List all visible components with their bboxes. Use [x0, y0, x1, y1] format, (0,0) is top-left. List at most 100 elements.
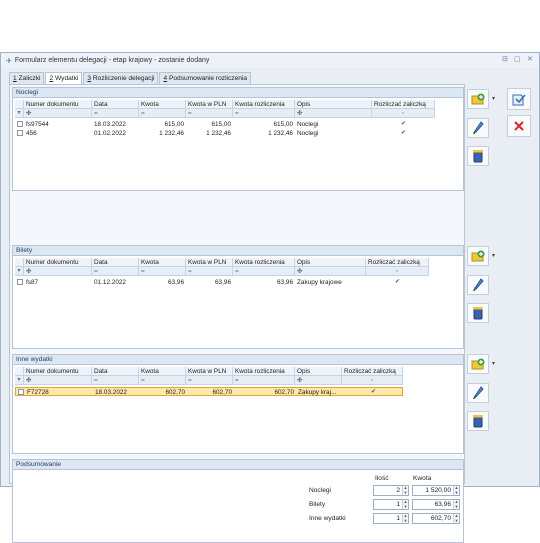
dropdown-arrow-icon[interactable]: ▾ — [492, 252, 495, 259]
close-window-icon[interactable]: ✕ — [527, 55, 533, 63]
filter-equals-icon[interactable]: = — [233, 267, 295, 276]
col-header[interactable]: Data — [92, 100, 139, 109]
edit-button[interactable] — [467, 118, 489, 138]
col-header[interactable]: Opis — [295, 367, 342, 376]
qty-field[interactable]: 1 ▲ ▼ — [373, 513, 409, 524]
row-checkbox[interactable] — [17, 121, 23, 128]
save-button[interactable] — [507, 88, 531, 110]
grid-header: Numer dokumentu Data Kwota Kwota w PLN K… — [15, 367, 403, 376]
spin-arrows-icon[interactable]: ▲ ▼ — [402, 499, 408, 509]
filter-checkbox-icon[interactable]: ▫ — [342, 376, 403, 385]
col-header[interactable]: Rozliczać zaliczką — [342, 367, 403, 376]
col-header[interactable]: Rozliczać zaliczką — [372, 100, 435, 109]
filter-row: ▾ ✤ = = = = ✤ ▫ — [15, 109, 435, 118]
spin-arrows-icon[interactable]: ▲ ▼ — [453, 485, 459, 495]
window-title: Formularz elementu delegacji - etap kraj… — [14, 57, 210, 64]
tab-zaliczki[interactable]: 1 Zaliczki — [9, 72, 45, 84]
minimize-icon[interactable]: ⊟ — [502, 55, 508, 63]
amount-field[interactable]: 602,70 ▲ ▼ — [412, 513, 460, 524]
col-header[interactable]: Numer dokumentu — [24, 100, 92, 109]
filter-doc-icon[interactable]: ✤ — [24, 376, 92, 385]
advance-checkmark-icon[interactable]: ✔ — [366, 278, 429, 287]
table-row[interactable]: fs87 01.12.2022 63,96 63,96 63,96 Zakupy… — [15, 278, 429, 287]
delete-button[interactable] — [467, 303, 489, 323]
row-checkbox[interactable] — [17, 279, 23, 286]
add-folder-icon — [471, 93, 485, 105]
col-header[interactable]: Kwota rozliczenia — [233, 367, 295, 376]
edit-button[interactable] — [467, 383, 489, 403]
tab-rozliczenie-delegacji[interactable]: 3 Rozliczenie delegacji — [83, 72, 159, 84]
filter-equals-icon[interactable]: = — [233, 376, 295, 385]
edit-button[interactable] — [467, 275, 489, 295]
advance-checkmark-icon[interactable]: ✔ — [372, 120, 435, 129]
filter-equals-icon[interactable]: = — [139, 267, 186, 276]
table-row-selected[interactable]: F72728 18.03.2022 602,70 602,70 602,70 Z… — [15, 387, 403, 396]
col-header[interactable]: Data — [92, 367, 139, 376]
advance-checkmark-icon[interactable]: ✔ — [372, 129, 435, 138]
cancel-button[interactable] — [507, 115, 531, 137]
bilety-grid: Numer dokumentu Data Kwota Kwota w PLN K… — [15, 258, 429, 287]
col-header[interactable]: Opis — [295, 100, 372, 109]
col-header[interactable]: Data — [92, 258, 139, 267]
filter-icon[interactable]: ▾ — [15, 267, 24, 276]
delete-button[interactable] — [467, 411, 489, 431]
filter-equals-icon[interactable]: = — [186, 109, 233, 118]
grid-header: Numer dokumentu Data Kwota Kwota w PLN K… — [15, 258, 429, 267]
tab-content: Noclegi Numer dokumentu Data Kwota Kwota… — [9, 84, 465, 543]
dropdown-arrow-icon[interactable]: ▾ — [492, 360, 495, 367]
row-checkbox[interactable] — [17, 130, 23, 137]
tab-podsumowanie-rozliczenia[interactable]: 4 Podsumowanie rozliczenia — [159, 72, 252, 84]
section-title: Noclegi — [13, 88, 463, 98]
add-document-button[interactable] — [467, 354, 489, 374]
filter-checkbox-icon[interactable]: ▫ — [372, 109, 435, 118]
filter-row: ▾ ✤ = = = = ✤ ▫ — [15, 267, 429, 276]
delete-button[interactable] — [467, 146, 489, 166]
filter-equals-icon[interactable]: = — [92, 376, 139, 385]
filter-doc-icon[interactable]: ✤ — [24, 267, 92, 276]
advance-checkmark-icon[interactable]: ✔ — [343, 388, 404, 397]
col-header[interactable]: Kwota rozliczenia — [233, 100, 295, 109]
spin-arrows-icon[interactable]: ▲ ▼ — [402, 513, 408, 523]
filter-equals-icon[interactable]: = — [186, 267, 233, 276]
col-header[interactable]: Numer dokumentu — [24, 367, 92, 376]
filter-icon[interactable]: ▾ — [15, 109, 24, 118]
col-header[interactable]: Kwota — [139, 258, 186, 267]
filter-equals-icon[interactable]: = — [186, 376, 233, 385]
trash-icon — [473, 415, 483, 428]
maximize-icon[interactable]: ▢ — [514, 55, 521, 63]
filter-desc-icon[interactable]: ✤ — [295, 109, 372, 118]
col-header[interactable]: Kwota w PLN — [186, 258, 233, 267]
col-header[interactable]: Kwota — [139, 100, 186, 109]
filter-desc-icon[interactable]: ✤ — [295, 376, 342, 385]
filter-equals-icon[interactable]: = — [233, 109, 295, 118]
spin-arrows-icon[interactable]: ▲ ▼ — [453, 513, 459, 523]
dropdown-arrow-icon[interactable]: ▾ — [492, 95, 495, 102]
add-document-button[interactable] — [467, 89, 489, 109]
col-header[interactable]: Kwota w PLN — [186, 367, 233, 376]
col-header[interactable]: Numer dokumentu — [24, 258, 92, 267]
grid-header: Numer dokumentu Data Kwota Kwota w PLN K… — [15, 100, 435, 109]
filter-desc-icon[interactable]: ✤ — [295, 267, 366, 276]
col-header[interactable]: Kwota rozliczenia — [233, 258, 295, 267]
filter-doc-icon[interactable]: ✤ — [24, 109, 92, 118]
qty-field[interactable]: 2 ▲ ▼ — [373, 485, 409, 496]
filter-icon[interactable]: ▾ — [15, 376, 24, 385]
filter-equals-icon[interactable]: = — [92, 109, 139, 118]
col-header[interactable]: Opis — [295, 258, 366, 267]
add-document-button[interactable] — [467, 246, 489, 266]
amount-field[interactable]: 63,96 ▲ ▼ — [412, 499, 460, 510]
spin-arrows-icon[interactable]: ▲ ▼ — [453, 499, 459, 509]
filter-equals-icon[interactable]: = — [139, 109, 186, 118]
table-row[interactable]: fs97544 18.03.2022 615,00 615,00 615,00 … — [15, 120, 435, 129]
col-header[interactable]: Rozliczać zaliczką — [366, 258, 429, 267]
filter-equals-icon[interactable]: = — [92, 267, 139, 276]
table-row[interactable]: 456 01.02.2022 1 232,46 1 232,46 1 232,4… — [15, 129, 435, 138]
amount-field[interactable]: 1 520,00 ▲ ▼ — [412, 485, 460, 496]
col-header[interactable]: Kwota — [139, 367, 186, 376]
filter-equals-icon[interactable]: = — [139, 376, 186, 385]
row-checkbox[interactable] — [18, 389, 24, 396]
qty-field[interactable]: 1 ▲ ▼ — [373, 499, 409, 510]
spin-arrows-icon[interactable]: ▲ ▼ — [402, 485, 408, 495]
col-header[interactable]: Kwota w PLN — [186, 100, 233, 109]
filter-checkbox-icon[interactable]: ▫ — [366, 267, 429, 276]
